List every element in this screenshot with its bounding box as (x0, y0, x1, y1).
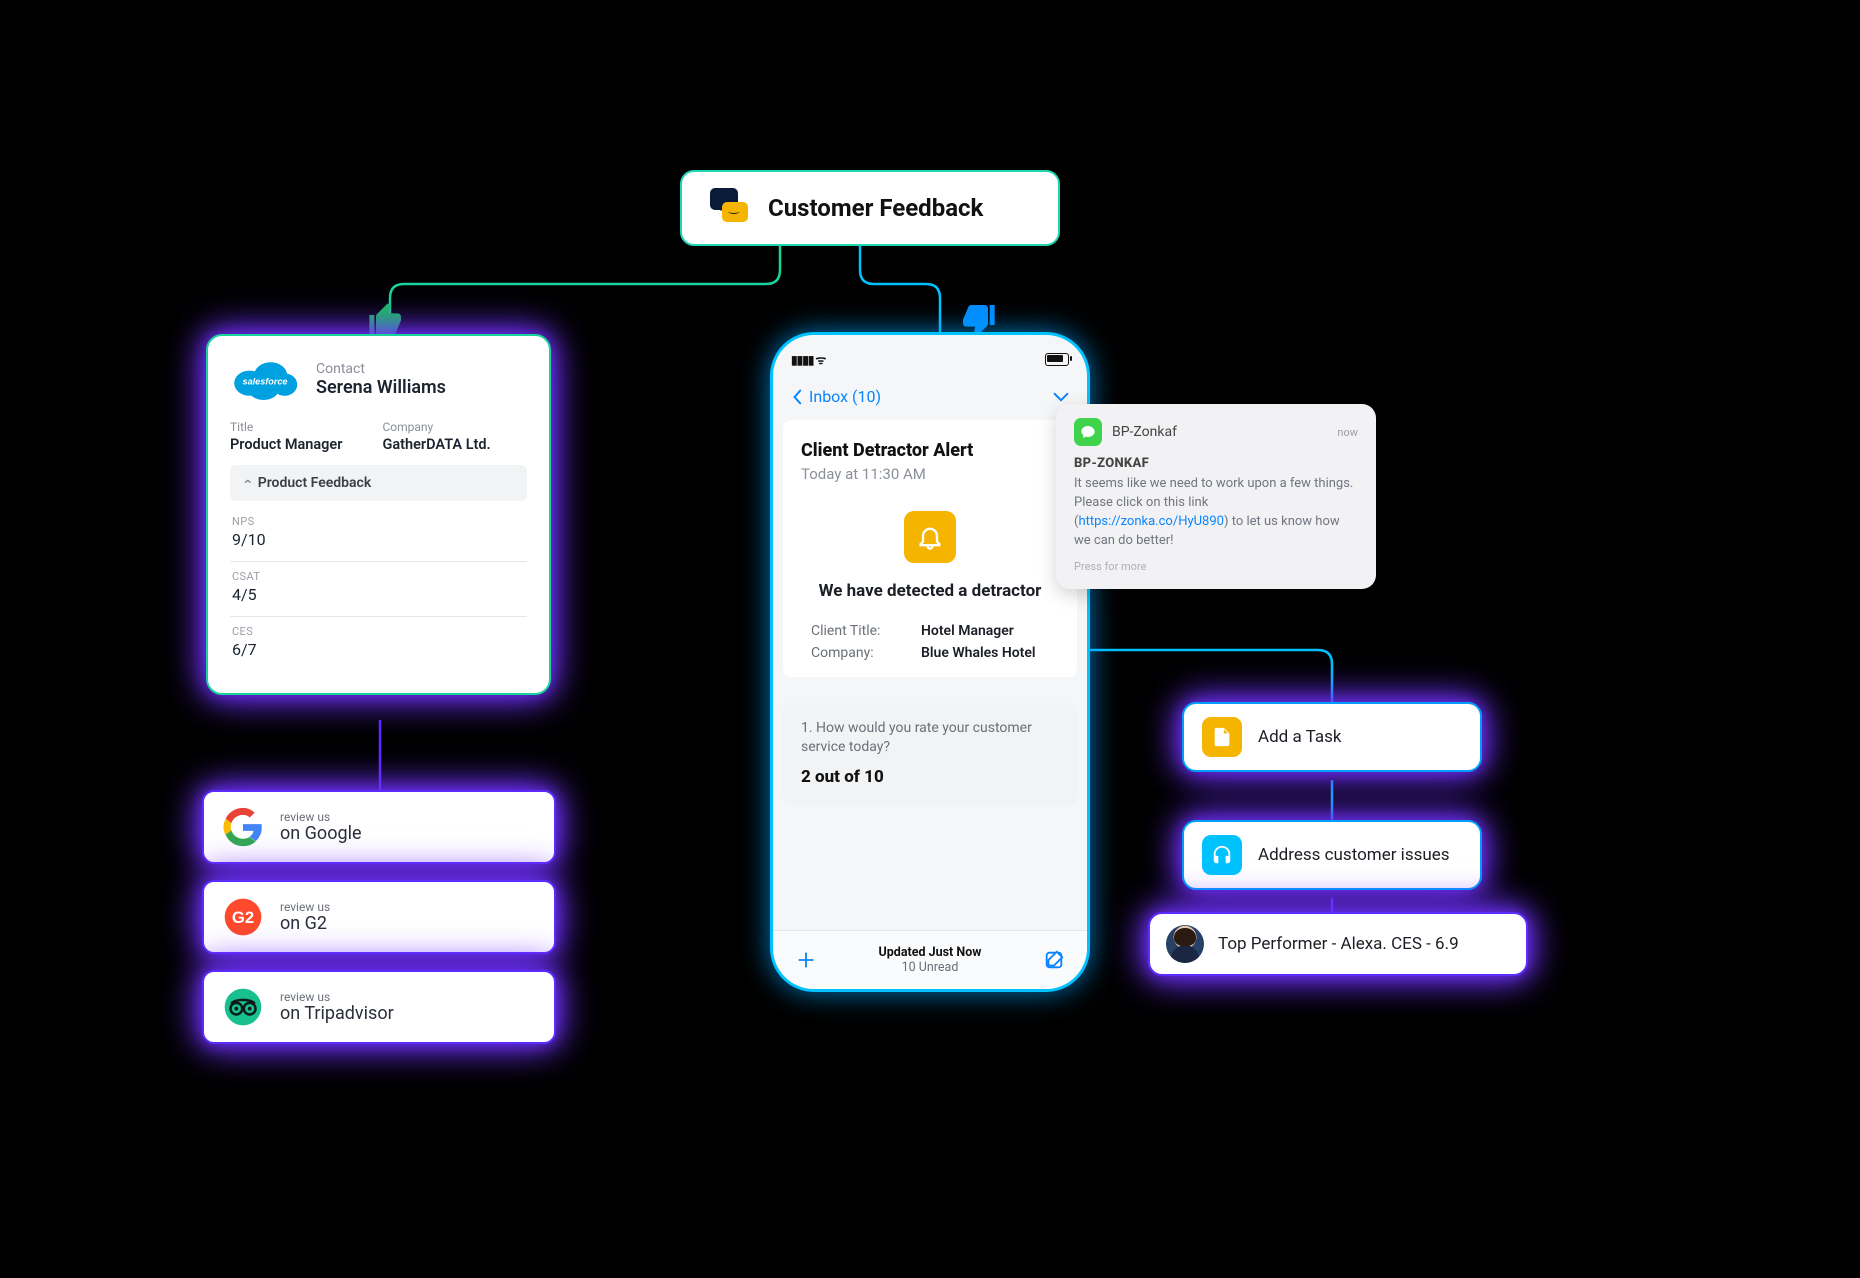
chevron-down-icon[interactable] (1053, 391, 1069, 403)
push-notification[interactable]: BP-Zonkaf now BP-ZONKAF It seems like we… (1056, 404, 1376, 589)
notification-body: It seems like we need to work upon a few… (1074, 475, 1358, 550)
phone-mock: ▮▮▮▮ ᯤ Inbox (10) Client Detractor Alert… (770, 332, 1090, 992)
avatar-icon (1166, 925, 1204, 963)
salesforce-contact-card: salesforce Contact Serena Williams Title… (206, 334, 551, 695)
svg-text:G2: G2 (232, 908, 254, 927)
title-label: Title (230, 420, 342, 434)
pill-title: Customer Feedback (768, 194, 983, 222)
add-task-chip[interactable]: Add a Task (1182, 702, 1482, 772)
alert-title: Client Detractor Alert (801, 440, 1059, 461)
review-google[interactable]: review uson Google (202, 790, 556, 864)
inbox-status: Updated Just Now10 Unread (879, 945, 982, 975)
review-g2[interactable]: G2 review uson G2 (202, 880, 556, 954)
file-icon (1202, 717, 1242, 757)
detect-heading: We have detected a detractor (801, 581, 1059, 601)
contact-label: Contact (316, 361, 446, 377)
chat-bubbles-icon (706, 188, 750, 228)
salesforce-logo-icon: salesforce (230, 356, 300, 402)
notification-link[interactable]: https://zonka.co/HyU890 (1078, 514, 1224, 529)
product-feedback-section[interactable]: Product Feedback (230, 465, 527, 501)
customer-feedback-pill: Customer Feedback (680, 170, 1060, 246)
metric-row: CSAT4/5 (230, 562, 527, 617)
tripadvisor-logo-icon (222, 986, 264, 1028)
inbox-label: Inbox (10) (809, 387, 881, 406)
metric-row: CES6/7 (230, 617, 527, 671)
survey-question: 1. How would you rate your customer serv… (783, 703, 1077, 805)
google-logo-icon (222, 806, 264, 848)
top-performer-chip[interactable]: Top Performer - Alexa. CES - 6.9 (1148, 912, 1528, 976)
messages-app-icon (1074, 418, 1102, 446)
chevron-left-icon (791, 389, 803, 405)
connector-sf-to-reviews (370, 720, 390, 792)
compose-icon[interactable] (1043, 949, 1065, 971)
headphones-icon (1202, 835, 1242, 875)
phone-status-bar: ▮▮▮▮ ᯤ (791, 345, 1069, 373)
inbox-back-button[interactable]: Inbox (10) (791, 387, 881, 406)
battery-icon (1045, 353, 1069, 366)
bell-icon (904, 511, 956, 563)
address-issues-chip[interactable]: Address customer issues (1182, 820, 1482, 890)
title-value: Product Manager (230, 436, 342, 453)
company-value: GatherDATA Ltd. (382, 436, 490, 453)
svg-text:salesforce: salesforce (243, 377, 288, 387)
company-label: Company (382, 420, 490, 434)
g2-logo-icon: G2 (222, 896, 264, 938)
compose-plus-icon[interactable] (795, 949, 817, 971)
alert-time: Today at 11:30 AM (801, 465, 1059, 483)
contact-name: Serena Williams (316, 377, 446, 398)
metric-row: NPS9/10 (230, 507, 527, 562)
review-tripadvisor[interactable]: review uson Tripadvisor (202, 970, 556, 1044)
signal-icon: ▮▮▮▮ ᯤ (791, 351, 825, 368)
